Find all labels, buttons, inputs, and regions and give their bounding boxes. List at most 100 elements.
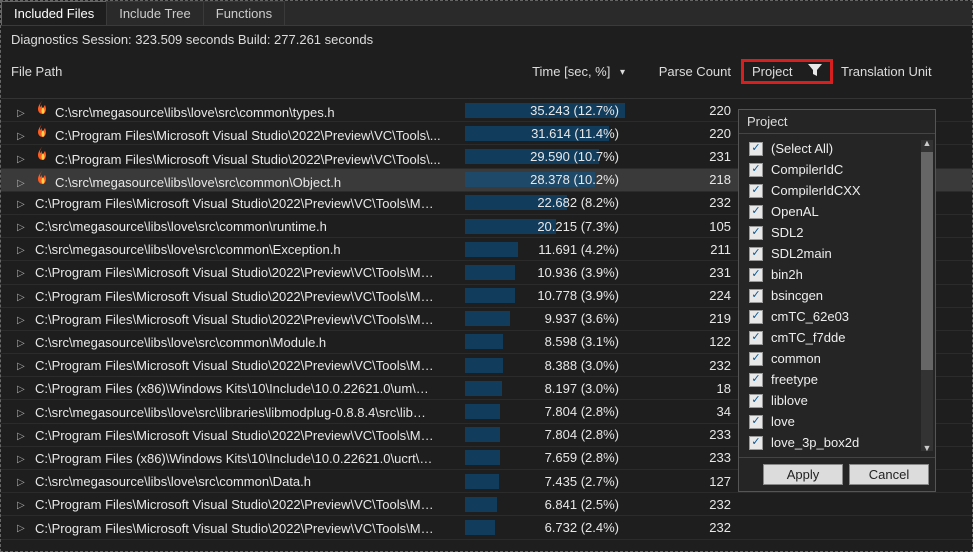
filter-item[interactable]: ✓ freetype — [747, 369, 931, 390]
cell-parse-count: 219 — [635, 311, 735, 326]
filter-item[interactable]: ✓SDL2 — [747, 222, 931, 243]
table-row[interactable]: ▷ C:\Program Files\Microsoft Visual Studi… — [1, 516, 972, 539]
expand-icon[interactable]: ▷ — [17, 245, 31, 256]
cell-time: 8.197 (3.0%) — [465, 381, 635, 396]
expand-icon[interactable]: ▷ — [17, 338, 31, 349]
checkbox-icon[interactable]: ✓ — [749, 289, 763, 303]
cell-file-path: ▷C:\src\megasource\libs\love\src\librari… — [5, 404, 465, 420]
checkbox-icon[interactable]: ✓ — [749, 247, 763, 261]
filter-item-label: liblove — [771, 393, 808, 408]
cell-time: 8.388 (3.0%) — [465, 358, 635, 373]
checkbox-icon[interactable]: ✓ — [749, 415, 763, 429]
expand-icon[interactable]: ▷ — [17, 108, 31, 119]
filter-item[interactable]: ✓love_3p_box2d — [747, 432, 931, 453]
filter-item[interactable]: ✓cmTC_62e03 — [747, 306, 931, 327]
expand-icon[interactable]: ▷ — [17, 268, 31, 279]
cell-file-path: ▷C:\Program Files\Microsoft Visual Studi… — [5, 146, 465, 166]
expand-icon[interactable]: ▷ — [17, 154, 31, 165]
filter-scrollbar[interactable]: ▲ ▼ — [921, 140, 933, 451]
filter-popup-title: Project — [739, 110, 935, 134]
file-path-text: C:\Program Files\Microsoft Visual Studio… — [35, 521, 435, 536]
cell-parse-count: 211 — [635, 242, 735, 257]
cell-parse-count: 232 — [635, 195, 735, 210]
sort-descending-icon: ▾ — [620, 67, 625, 78]
cell-file-path: ▷C:\Program Files (x86)\Windows Kits\10\… — [5, 380, 465, 396]
filter-item-label: freetype — [771, 372, 818, 387]
expand-icon[interactable]: ▷ — [17, 431, 31, 442]
checkbox-icon[interactable]: ✓ — [749, 436, 763, 450]
filter-item[interactable]: ✓bsincgen — [747, 285, 931, 306]
expand-icon[interactable]: ▷ — [17, 178, 31, 189]
tab-included-files[interactable]: Included Files — [1, 1, 107, 25]
cell-parse-count: 233 — [635, 450, 735, 465]
header-project[interactable]: Project — [735, 59, 835, 84]
expand-icon[interactable]: ▷ — [17, 454, 31, 465]
cell-time: 11.691 (4.2%) — [465, 242, 635, 257]
cell-file-path: ▷C:\Program Files (x86)\Windows Kits\10\… — [5, 450, 465, 466]
checkbox-icon[interactable]: ✓ — [749, 226, 763, 240]
expand-icon[interactable]: ▷ — [17, 199, 31, 210]
filter-item[interactable]: ✓CompilerIdC — [747, 159, 931, 180]
cell-parse-count: 231 — [635, 265, 735, 280]
flame-icon — [35, 170, 51, 186]
cell-parse-count: 220 — [635, 126, 735, 141]
filter-item[interactable]: ✓OpenAL — [747, 201, 931, 222]
checkbox-icon[interactable]: ✓ — [749, 331, 763, 345]
filter-item[interactable]: ✓ liblove — [747, 390, 931, 411]
flame-icon — [35, 146, 51, 162]
filter-item[interactable]: ✓(Select All) — [747, 138, 931, 159]
checkbox-icon[interactable]: ✓ — [749, 352, 763, 366]
header-file-path[interactable]: File Path — [5, 64, 465, 79]
expand-icon[interactable]: ▷ — [17, 408, 31, 419]
filter-item[interactable]: ✓common — [747, 348, 931, 369]
cell-parse-count: 220 — [635, 103, 735, 118]
expand-icon[interactable]: ▷ — [17, 384, 31, 395]
cell-parse-count: 122 — [635, 334, 735, 349]
cell-file-path: ▷ C:\Program Files\Microsoft Visual Studi… — [5, 288, 465, 304]
table-row[interactable]: ▷C:\Program Files\Microsoft Visual Studi… — [1, 493, 972, 516]
cell-file-path: ▷C:\src\megasource\libs\love\src\common\… — [5, 218, 465, 234]
cell-time: 7.435 (2.7%) — [465, 474, 635, 489]
filter-item[interactable]: ✓cmTC_f7dde — [747, 327, 931, 348]
cell-file-path: ▷ C:\Program Files\Microsoft Visual Studi… — [5, 519, 465, 535]
cell-file-path: ▷C:\Program Files\Microsoft Visual Studi… — [5, 496, 465, 512]
cell-file-path: ▷C:\Program Files\Microsoft Visual Studi… — [5, 311, 465, 327]
checkbox-icon[interactable]: ✓ — [749, 310, 763, 324]
scroll-up-icon[interactable]: ▲ — [921, 138, 933, 148]
filter-cancel-button[interactable]: Cancel — [849, 464, 929, 485]
checkbox-icon[interactable]: ✓ — [749, 142, 763, 156]
filter-item[interactable]: ✓ bin2h — [747, 264, 931, 285]
checkbox-icon[interactable]: ✓ — [749, 394, 763, 408]
scroll-thumb[interactable] — [921, 152, 933, 370]
header-parse-count[interactable]: Parse Count — [635, 64, 735, 79]
expand-icon[interactable]: ▷ — [17, 292, 31, 303]
filter-item[interactable]: ✓love — [747, 411, 931, 432]
filter-item[interactable]: ✓CompilerIdCXX — [747, 180, 931, 201]
checkbox-icon[interactable]: ✓ — [749, 268, 763, 282]
scroll-down-icon[interactable]: ▼ — [921, 443, 933, 453]
expand-icon[interactable]: ▷ — [17, 477, 31, 488]
cell-time: 28.378 (10.2%) — [465, 172, 635, 187]
header-translation-unit[interactable]: Translation Unit — [835, 64, 965, 79]
expand-icon[interactable]: ▷ — [17, 222, 31, 233]
expand-icon[interactable]: ▷ — [17, 523, 31, 534]
expand-icon[interactable]: ▷ — [17, 361, 31, 372]
cell-time: 22.682 (8.2%) — [465, 195, 635, 210]
expand-icon[interactable]: ▷ — [17, 131, 31, 142]
checkbox-icon[interactable]: ✓ — [749, 205, 763, 219]
checkbox-icon[interactable]: ✓ — [749, 184, 763, 198]
tab-functions[interactable]: Functions — [203, 1, 285, 25]
cell-file-path: ▷C:\Program Files\Microsoft Visual Studi… — [5, 264, 465, 280]
checkbox-icon[interactable]: ✓ — [749, 373, 763, 387]
filter-item[interactable]: ✓SDL2main — [747, 243, 931, 264]
expand-icon[interactable]: ▷ — [17, 500, 31, 511]
filter-apply-button[interactable]: Apply — [763, 464, 843, 485]
filter-icon[interactable] — [808, 64, 822, 79]
header-time[interactable]: Time [sec, %] ▾ — [465, 64, 635, 79]
checkbox-icon[interactable]: ✓ — [749, 163, 763, 177]
cell-parse-count: 218 — [635, 172, 735, 187]
tab-include-tree[interactable]: Include Tree — [106, 1, 204, 25]
expand-icon[interactable]: ▷ — [17, 315, 31, 326]
filter-item-label: bin2h — [771, 267, 803, 282]
file-path-text: C:\Program Files\Microsoft Visual Studio… — [35, 289, 435, 304]
